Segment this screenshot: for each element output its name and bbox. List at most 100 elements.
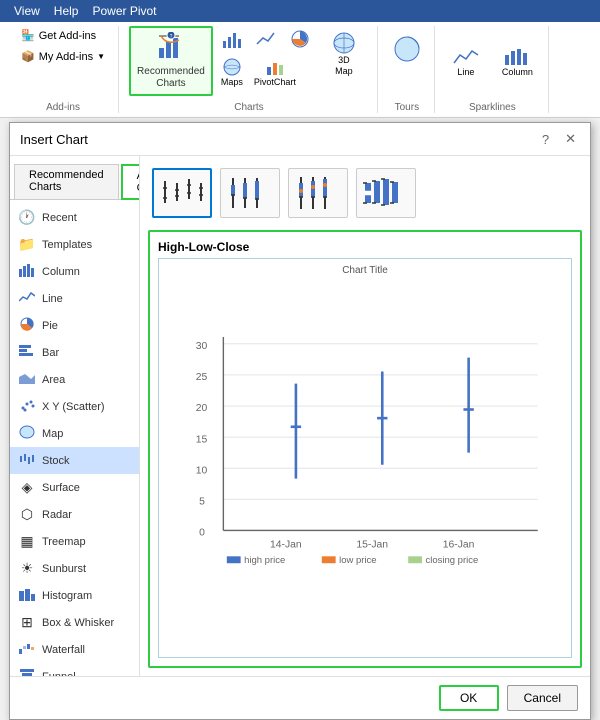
menu-view[interactable]: View bbox=[8, 2, 46, 20]
recent-icon: 🕐 bbox=[18, 209, 36, 226]
sparkline-column-button[interactable]: Column bbox=[495, 40, 540, 82]
threed-map-label: 3D Map bbox=[335, 55, 353, 77]
charts-group-btn2[interactable] bbox=[251, 26, 281, 52]
sunburst-label: Sunburst bbox=[42, 563, 86, 575]
sparkline-line-button[interactable]: Line bbox=[445, 40, 487, 82]
sidebar-item-line[interactable]: Line bbox=[10, 285, 139, 312]
waterfall-label: Waterfall bbox=[42, 644, 85, 656]
svg-text:?: ? bbox=[170, 34, 173, 40]
dialog-title: Insert Chart bbox=[20, 132, 88, 147]
scatter-label: X Y (Scatter) bbox=[42, 401, 105, 413]
boxwhisker-icon: ⊞ bbox=[18, 614, 36, 631]
area-label: Area bbox=[42, 374, 65, 386]
sidebar-item-column[interactable]: Column bbox=[10, 258, 139, 285]
area-icon bbox=[18, 371, 36, 388]
chart-thumb-4[interactable] bbox=[356, 168, 416, 218]
ribbon-content: 🏪 Get Add-ins 📦 My Add-ins ▼ Add-ins bbox=[0, 22, 600, 117]
help-button[interactable]: ? bbox=[538, 130, 553, 149]
sidebar-item-funnel[interactable]: Funnel bbox=[10, 663, 139, 676]
sidebar-item-waterfall[interactable]: Waterfall bbox=[10, 636, 139, 663]
sidebar-item-radar[interactable]: ⬡ Radar bbox=[10, 501, 139, 528]
chart-thumb-1[interactable] bbox=[152, 168, 212, 218]
preview-chart-title: Chart Title bbox=[342, 265, 388, 276]
chart-thumb-2[interactable] bbox=[220, 168, 280, 218]
column-label: Column bbox=[42, 266, 80, 278]
my-addins-button[interactable]: 📦 My Add-ins ▼ bbox=[16, 47, 110, 66]
sidebar-item-scatter[interactable]: X Y (Scatter) bbox=[10, 393, 139, 420]
histogram-icon bbox=[18, 587, 36, 604]
maps-button[interactable]: Maps bbox=[217, 54, 247, 90]
sidebar-item-templates[interactable]: 📁 Templates bbox=[10, 231, 139, 258]
svg-text:10: 10 bbox=[196, 465, 208, 476]
sidebar-item-treemap[interactable]: ▦ Treemap bbox=[10, 528, 139, 555]
histogram-label: Histogram bbox=[42, 590, 92, 602]
treemap-icon: ▦ bbox=[18, 533, 36, 550]
svg-text:low price: low price bbox=[339, 555, 377, 566]
chart-preview-area: High-Low-Close Chart Title 30 25 20 15 1… bbox=[148, 230, 582, 668]
sidebar-item-area[interactable]: Area bbox=[10, 366, 139, 393]
charts-group-btn1[interactable] bbox=[217, 26, 247, 52]
tab-recommended[interactable]: Recommended Charts bbox=[14, 164, 119, 199]
preview-chart-inner: Chart Title 30 25 20 15 10 5 0 bbox=[158, 258, 572, 658]
sidebar-item-sunburst[interactable]: ☀ Sunburst bbox=[10, 555, 139, 582]
pivotchart-button[interactable]: PivotChart bbox=[251, 54, 299, 90]
ok-button[interactable]: OK bbox=[439, 685, 499, 711]
addins-group-label: Add-ins bbox=[46, 98, 80, 113]
templates-label: Templates bbox=[42, 239, 92, 251]
tab-recommended-label: Recommended Charts bbox=[29, 169, 104, 193]
scatter-icon bbox=[18, 398, 36, 415]
dropdown-icon: ▼ bbox=[97, 52, 105, 61]
boxwhisker-label: Box & Whisker bbox=[42, 617, 114, 629]
recommended-charts-label: Recommended Charts bbox=[137, 66, 205, 90]
line-label: Line bbox=[42, 293, 63, 305]
sidebar-item-boxwhisker[interactable]: ⊞ Box & Whisker bbox=[10, 609, 139, 636]
close-button[interactable]: ✕ bbox=[561, 129, 580, 149]
preview-chart-svg: 30 25 20 15 10 5 0 bbox=[175, 280, 555, 608]
svg-text:0: 0 bbox=[199, 528, 205, 539]
waterfall-icon bbox=[18, 641, 36, 658]
ribbon: View Help Power Pivot 🏪 Get Add-ins 📦 My… bbox=[0, 0, 600, 118]
svg-text:25: 25 bbox=[196, 372, 208, 383]
svg-text:30: 30 bbox=[196, 341, 208, 352]
myaddins-icon: 📦 bbox=[21, 50, 35, 63]
templates-icon: 📁 bbox=[18, 236, 36, 253]
menu-help[interactable]: Help bbox=[48, 2, 85, 20]
stock-label: Stock bbox=[42, 455, 70, 467]
recent-label: Recent bbox=[42, 212, 77, 224]
threed-map-button[interactable]: 3D Map bbox=[319, 26, 369, 82]
line-icon bbox=[18, 290, 36, 307]
radar-label: Radar bbox=[42, 509, 72, 521]
svg-text:16-Jan: 16-Jan bbox=[443, 540, 475, 551]
chart-thumbs-row bbox=[148, 164, 582, 222]
charts-group-btn3[interactable] bbox=[285, 26, 315, 52]
sidebar-item-bar[interactable]: Bar bbox=[10, 339, 139, 366]
ribbon-group-tours: Tours bbox=[380, 26, 435, 113]
ribbon-group-charts: ? Recommended Charts bbox=[121, 26, 378, 113]
sparklines-group-label: Sparklines bbox=[469, 98, 516, 113]
pivotchart-label: PivotChart bbox=[254, 77, 296, 87]
dialog-body: Recommended Charts All Charts 🕐 Recent 📁… bbox=[10, 156, 590, 676]
chart-thumb-3[interactable] bbox=[288, 168, 348, 218]
sparkline-column-label: Column bbox=[502, 67, 533, 77]
preview-chart-name: High-Low-Close bbox=[158, 240, 572, 254]
cancel-button[interactable]: Cancel bbox=[507, 685, 578, 711]
menu-powerpivot[interactable]: Power Pivot bbox=[86, 2, 162, 20]
dialog-footer: OK Cancel bbox=[10, 676, 590, 719]
sidebar-item-pie[interactable]: Pie bbox=[10, 312, 139, 339]
tab-all-charts[interactable]: All Charts bbox=[121, 164, 140, 200]
column-icon bbox=[18, 263, 36, 280]
sidebar-item-stock[interactable]: Stock bbox=[10, 447, 139, 474]
treemap-label: Treemap bbox=[42, 536, 86, 548]
sidebar-item-histogram[interactable]: Histogram bbox=[10, 582, 139, 609]
get-addins-button[interactable]: 🏪 Get Add-ins bbox=[16, 26, 101, 45]
sidebar-item-map[interactable]: Map bbox=[10, 420, 139, 447]
sunburst-icon: ☀ bbox=[18, 560, 36, 577]
svg-text:14-Jan: 14-Jan bbox=[270, 540, 302, 551]
radar-icon: ⬡ bbox=[18, 506, 36, 523]
sidebar-item-recent[interactable]: 🕐 Recent bbox=[10, 204, 139, 231]
recommended-charts-button[interactable]: ? Recommended Charts bbox=[129, 26, 213, 96]
ribbon-group-addins: 🏪 Get Add-ins 📦 My Add-ins ▼ Add-ins bbox=[8, 26, 119, 113]
sidebar-item-surface[interactable]: ◈ Surface bbox=[10, 474, 139, 501]
svg-text:5: 5 bbox=[199, 497, 205, 508]
chart-content: High-Low-Close Chart Title 30 25 20 15 1… bbox=[140, 156, 590, 676]
